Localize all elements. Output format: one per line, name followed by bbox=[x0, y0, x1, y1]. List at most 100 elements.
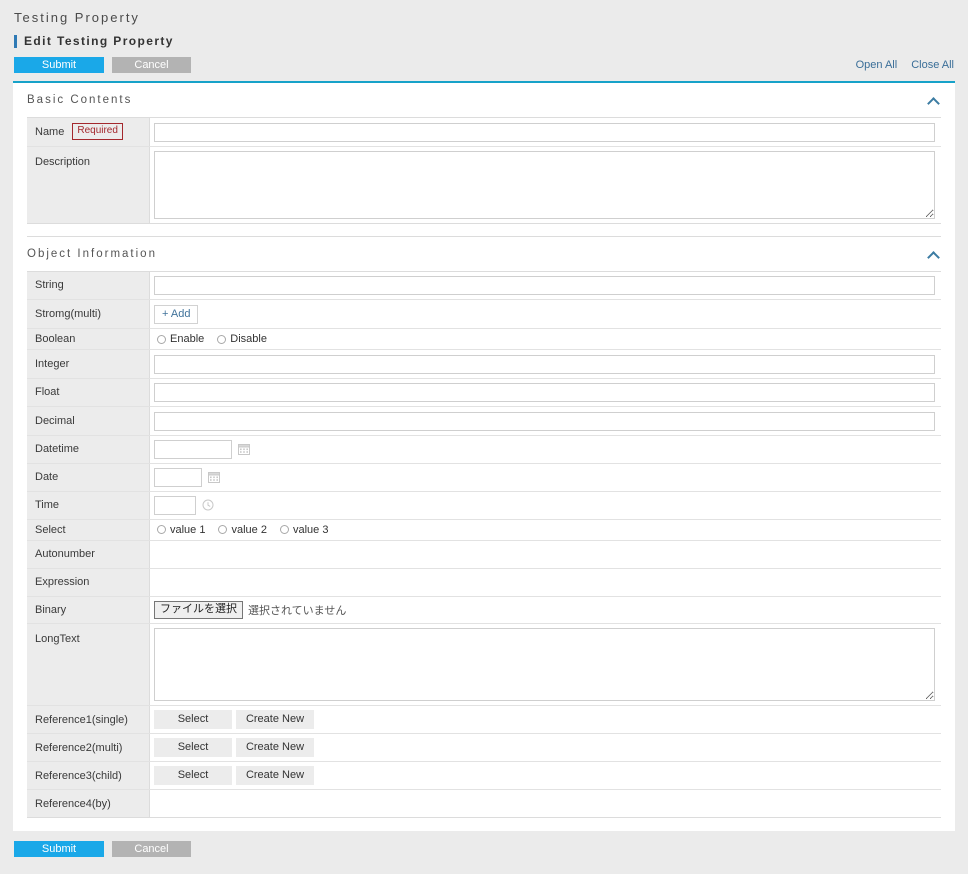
field-label: Name bbox=[35, 125, 65, 138]
field-label: Date bbox=[35, 471, 59, 484]
time-input[interactable] bbox=[154, 495, 196, 515]
submit-button-bottom[interactable]: Submit bbox=[14, 841, 104, 858]
radio-circle-icon bbox=[157, 525, 166, 535]
close-all-link[interactable]: Close All bbox=[911, 59, 954, 71]
row-label-cell: Integer bbox=[27, 349, 150, 379]
create-new-button[interactable]: Create New bbox=[236, 766, 314, 786]
page-header: Testing Property Edit Testing Property S… bbox=[0, 0, 968, 81]
page-title: Edit Testing Property bbox=[24, 34, 174, 48]
top-action-bar: Submit Cancel Open All Close All bbox=[14, 57, 968, 81]
page-subtitle-row: Edit Testing Property bbox=[14, 34, 968, 57]
section-title-basic-contents: Basic Contents bbox=[27, 94, 133, 106]
row-label-cell: Time bbox=[27, 491, 150, 520]
section-header-object-information: Object Information bbox=[27, 237, 941, 271]
table-row: Name Required bbox=[27, 117, 941, 147]
create-new-button[interactable]: Create New bbox=[236, 738, 314, 758]
radio-circle-icon bbox=[157, 334, 166, 344]
row-value-cell bbox=[149, 378, 941, 408]
row-label-cell: Reference1(single) bbox=[27, 705, 150, 735]
radio-circle-icon bbox=[218, 525, 228, 535]
field-label: Description bbox=[35, 155, 91, 168]
subtitle-accent-bar bbox=[14, 34, 17, 48]
cancel-button-bottom[interactable]: Cancel bbox=[112, 841, 191, 858]
table-row: Autonumber bbox=[27, 540, 941, 569]
bottom-action-bar: Submit Cancel bbox=[0, 831, 968, 858]
row-value-cell: value 1 value 2 value 3 bbox=[149, 519, 941, 541]
row-value-cell bbox=[149, 271, 941, 300]
float-input[interactable] bbox=[154, 383, 935, 403]
section-basic-contents: Basic Contents Name Required Description bbox=[13, 83, 955, 224]
submit-button-top[interactable]: Submit bbox=[14, 57, 104, 73]
row-label-cell: Datetime bbox=[27, 435, 150, 464]
field-label: Reference3(child) bbox=[35, 769, 122, 782]
table-row: Reference1(single) Select Create New bbox=[27, 705, 941, 735]
row-value-cell: Select Create New bbox=[149, 705, 941, 735]
name-input[interactable] bbox=[154, 122, 935, 142]
row-value-cell: Select Create New bbox=[149, 733, 941, 763]
row-value-cell: Enable Disable bbox=[149, 328, 941, 351]
row-label-cell: Binary bbox=[27, 596, 150, 625]
radio-option-value-1[interactable]: value 1 bbox=[157, 524, 205, 536]
open-all-link[interactable]: Open All bbox=[856, 59, 898, 71]
row-label-cell: Boolean bbox=[27, 328, 150, 351]
row-value-cell bbox=[149, 540, 941, 569]
row-label-cell: Select bbox=[27, 519, 150, 541]
reference2-controls: Select Create New bbox=[154, 738, 935, 758]
datetime-input[interactable] bbox=[154, 439, 232, 459]
field-label: LongText bbox=[35, 633, 80, 646]
table-row: Binary ファイルを選択 選択されていません bbox=[27, 596, 941, 625]
required-badge: Required bbox=[72, 123, 123, 141]
date-input[interactable] bbox=[154, 467, 202, 487]
row-label-cell: Date bbox=[27, 463, 150, 492]
row-value-cell bbox=[149, 146, 941, 223]
field-label: Reference2(multi) bbox=[35, 741, 123, 754]
create-new-button[interactable]: Create New bbox=[236, 710, 314, 730]
row-value-cell bbox=[149, 491, 941, 520]
row-label-cell: Stromg(multi) bbox=[27, 299, 150, 330]
row-label-cell: Reference2(multi) bbox=[27, 733, 150, 763]
autonumber-value bbox=[154, 545, 935, 564]
string-input[interactable] bbox=[154, 276, 935, 295]
longtext-textarea[interactable] bbox=[154, 628, 935, 702]
chevron-up-icon[interactable] bbox=[927, 249, 941, 259]
field-label: Expression bbox=[35, 576, 90, 589]
calendar-icon[interactable] bbox=[208, 471, 220, 484]
card-bottom-padding bbox=[13, 818, 955, 831]
calendar-icon[interactable] bbox=[238, 443, 250, 456]
field-label: Binary bbox=[35, 603, 67, 616]
row-value-cell bbox=[149, 435, 941, 464]
row-label-cell: Float bbox=[27, 378, 150, 408]
radio-option-value-2[interactable]: value 2 bbox=[218, 524, 267, 536]
clock-icon[interactable] bbox=[202, 499, 214, 511]
radio-circle-icon bbox=[279, 525, 289, 535]
select-button[interactable]: Select bbox=[154, 738, 232, 758]
table-row: Expression bbox=[27, 568, 941, 597]
table-row: Float bbox=[27, 378, 941, 408]
app-title: Testing Property bbox=[14, 10, 140, 25]
table-row: Stromg(multi) + Add bbox=[27, 299, 941, 330]
chevron-up-icon[interactable] bbox=[927, 95, 941, 105]
cancel-button-top[interactable]: Cancel bbox=[112, 57, 191, 73]
field-label: Time bbox=[35, 499, 60, 512]
select-button[interactable]: Select bbox=[154, 710, 232, 730]
radio-option-disable[interactable]: Disable bbox=[217, 333, 267, 345]
description-textarea[interactable] bbox=[154, 150, 935, 219]
decimal-input[interactable] bbox=[154, 411, 935, 431]
integer-input[interactable] bbox=[154, 354, 935, 374]
field-label: Reference1(single) bbox=[35, 713, 128, 726]
table-row: Description bbox=[27, 146, 941, 223]
radio-option-enable[interactable]: Enable bbox=[157, 333, 204, 345]
select-button[interactable]: Select bbox=[154, 766, 232, 786]
row-label-cell: Decimal bbox=[27, 406, 150, 436]
field-label: Boolean bbox=[35, 333, 76, 346]
row-label-cell: Reference3(child) bbox=[27, 761, 150, 791]
field-label: Select bbox=[35, 523, 66, 536]
table-row: Datetime bbox=[27, 435, 941, 464]
field-label: String bbox=[35, 279, 64, 292]
radio-label: Disable bbox=[230, 333, 267, 346]
choose-file-button[interactable]: ファイルを選択 bbox=[154, 600, 243, 620]
add-button[interactable]: + Add bbox=[154, 305, 199, 325]
radio-label: value 3 bbox=[292, 523, 329, 536]
table-row: String bbox=[27, 271, 941, 300]
radio-option-value-3[interactable]: value 3 bbox=[279, 523, 329, 536]
